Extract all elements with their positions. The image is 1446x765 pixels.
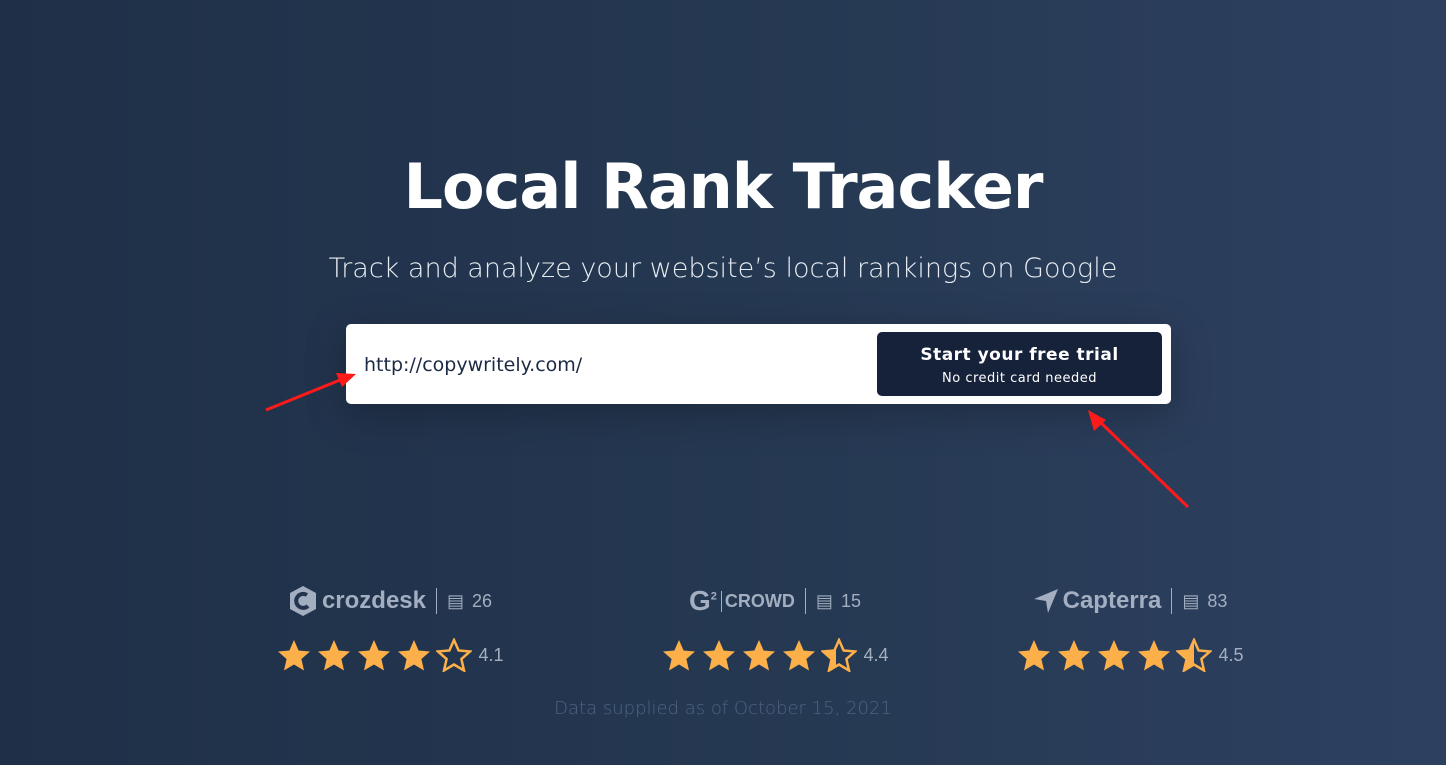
arrow-to-input — [265, 376, 346, 412]
star-full-icon — [1018, 640, 1051, 671]
page-title: Local Rank Tracker — [403, 150, 1044, 223]
star-rating: 4.5 — [980, 638, 1280, 672]
star-rating: 4.4 — [625, 638, 925, 672]
comment-icon: ▤ — [815, 590, 833, 611]
star-full-icon — [743, 640, 776, 671]
comment-icon: ▤ — [1182, 590, 1200, 611]
star-partial-icon — [436, 638, 473, 672]
rating-value: 4.1 — [478, 644, 504, 665]
g2crowd-logo: G2 CROWD — [689, 585, 795, 616]
review-count: 15 — [840, 590, 861, 611]
star-full-icon — [318, 640, 351, 671]
star-full-icon — [703, 640, 736, 671]
star-partial-icon — [821, 638, 858, 672]
trial-form: Start your free trial No credit card nee… — [346, 324, 1171, 404]
page-subtitle: Track and analyze your website’s local r… — [328, 253, 1118, 284]
crozdesk-logo: crozdesk — [288, 585, 426, 617]
star-full-icon — [663, 640, 696, 671]
star-full-icon — [783, 640, 816, 671]
star-full-icon — [1138, 640, 1171, 671]
rating-value: 4.4 — [863, 644, 889, 665]
arrow-to-button — [1095, 417, 1190, 509]
cta-label: Start your free trial — [920, 344, 1119, 365]
review-count: 83 — [1207, 590, 1228, 611]
rating-value: 4.5 — [1218, 644, 1244, 665]
website-url-input[interactable] — [362, 348, 846, 382]
star-full-icon — [398, 640, 431, 671]
star-full-icon — [1058, 640, 1091, 671]
data-source-note: Data supplied as of October 15, 2021 — [554, 698, 892, 719]
capterra-icon — [1033, 589, 1058, 613]
review-capterra: Capterra ▤ 83 4.5 — [980, 584, 1280, 674]
star-full-icon — [358, 640, 391, 671]
review-crozdesk: crozdesk ▤ 26 4.1 — [240, 584, 540, 674]
star-full-icon — [1098, 640, 1131, 671]
comment-icon: ▤ — [447, 590, 465, 611]
review-g2crowd: G2 CROWD ▤ 15 4.4 — [625, 584, 925, 674]
star-partial-icon — [1176, 638, 1213, 672]
star-rating: 4.1 — [240, 638, 540, 672]
review-count: 26 — [472, 590, 493, 611]
capterra-logo: Capterra — [1033, 587, 1161, 615]
start-free-trial-button[interactable]: Start your free trial No credit card nee… — [877, 332, 1162, 396]
cta-sublabel: No credit card needed — [942, 370, 1097, 386]
star-full-icon — [278, 640, 311, 671]
crozdesk-icon — [289, 586, 316, 616]
